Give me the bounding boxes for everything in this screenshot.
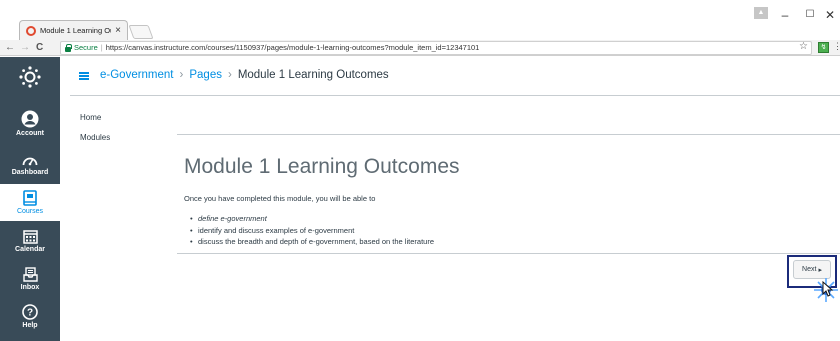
new-tab-button[interactable] xyxy=(128,25,154,39)
learning-outcomes-list: define e-government identify and discuss… xyxy=(190,213,434,248)
user-profile-icon[interactable]: ▲ xyxy=(754,7,768,19)
tab-close-icon[interactable]: × xyxy=(115,25,121,36)
global-nav-label: Calendar xyxy=(15,245,45,253)
url-separator: | xyxy=(100,43,103,52)
content-divider-bottom xyxy=(177,253,840,254)
global-nav-label: Help xyxy=(22,322,38,329)
global-nav-label: Inbox xyxy=(20,283,40,291)
minimize-button[interactable]: – xyxy=(775,8,795,22)
breadcrumb-separator: › xyxy=(179,69,184,81)
reload-button[interactable]: C xyxy=(36,42,43,54)
hamburger-menu-icon[interactable] xyxy=(79,72,89,80)
list-item: discuss the breadth and depth of e-gover… xyxy=(190,236,434,248)
account-icon xyxy=(21,110,39,128)
help-glyph: ? xyxy=(27,308,33,319)
courses-icon xyxy=(23,190,37,206)
course-nav-modules[interactable]: Modules xyxy=(80,133,110,142)
global-nav-dashboard[interactable]: Dashboard xyxy=(0,146,60,183)
canvas-logo-icon xyxy=(19,66,41,88)
extension-icon[interactable]: ↯ xyxy=(818,42,829,53)
url-text: https://canvas.instructure.com/courses/1… xyxy=(105,43,480,52)
browser-menu-icon[interactable]: ⋮ xyxy=(833,41,840,52)
breadcrumb-pages-link[interactable]: Pages xyxy=(189,69,222,81)
breadcrumb-current: Module 1 Learning Outcomes xyxy=(237,69,389,81)
list-item: identify and discuss examples of e-gover… xyxy=(190,225,434,237)
next-button-label: Next xyxy=(802,266,817,273)
lock-icon xyxy=(65,43,72,52)
bookmark-star-icon[interactable]: ☆ xyxy=(799,41,808,53)
browser-titlebar: Module 1 Learning Outc × ▲ – ☐ ✕ xyxy=(0,0,840,40)
global-nav-help[interactable]: ? Help xyxy=(0,298,60,335)
global-nav-label: Courses xyxy=(16,208,44,215)
page-title: Module 1 Learning Outcomes xyxy=(184,155,460,178)
help-icon: ? xyxy=(22,304,38,320)
breadcrumb-course-link[interactable]: e-Government xyxy=(100,69,174,81)
calendar-icon xyxy=(22,229,38,244)
content-divider-top xyxy=(177,134,840,135)
breadcrumb: e-Government › Pages › Module 1 Learning… xyxy=(100,69,389,81)
global-nav-inbox[interactable]: Inbox xyxy=(0,260,60,297)
list-item: define e-government xyxy=(190,213,434,225)
page-intro: Once you have completed this module, you… xyxy=(184,194,376,203)
global-navigation: Account Dashboard Courses Calendar Inbox… xyxy=(0,57,60,341)
maximize-button[interactable]: ☐ xyxy=(800,8,820,22)
global-nav-calendar[interactable]: Calendar xyxy=(0,222,60,259)
course-navigation: Home Modules xyxy=(80,113,110,153)
secure-label: Secure xyxy=(74,43,98,52)
canvas-favicon-icon xyxy=(26,25,36,36)
forward-button[interactable]: → xyxy=(20,42,30,54)
tab-title: Module 1 Learning Outc xyxy=(40,26,111,35)
browser-tab[interactable]: Module 1 Learning Outc × xyxy=(19,20,128,40)
address-bar[interactable]: Secure | https://canvas.instructure.com/… xyxy=(60,41,812,55)
breadcrumb-separator: › xyxy=(227,69,232,81)
chevron-right-icon: ▸ xyxy=(818,266,822,274)
global-nav-label: Account xyxy=(16,130,44,137)
course-nav-home[interactable]: Home xyxy=(80,113,110,122)
canvas-logo[interactable] xyxy=(0,57,60,97)
global-nav-courses[interactable]: Courses xyxy=(0,184,60,221)
back-button[interactable]: ← xyxy=(5,42,15,54)
dashboard-icon xyxy=(22,157,38,166)
close-window-button[interactable]: ✕ xyxy=(820,8,840,22)
browser-toolbar: ← → C Secure | https://canvas.instructur… xyxy=(0,40,840,56)
header-divider xyxy=(70,95,840,96)
inbox-icon xyxy=(22,266,38,282)
click-burst-icon xyxy=(814,278,838,302)
global-nav-account[interactable]: Account xyxy=(0,105,60,142)
global-nav-label: Dashboard xyxy=(11,169,49,176)
